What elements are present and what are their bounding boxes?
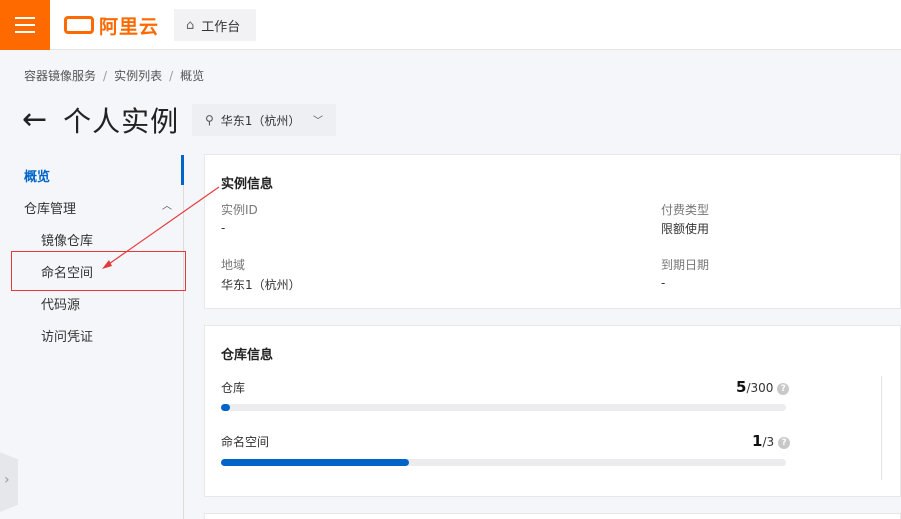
namespace-quota-label: 命名空间 bbox=[221, 435, 270, 449]
region-selector[interactable]: ⚲ 华东1（杭州） ﹀ bbox=[192, 104, 336, 136]
card-divider bbox=[881, 376, 882, 480]
namespace-limit: /3 bbox=[762, 435, 775, 449]
chevron-right-icon: › bbox=[4, 472, 10, 488]
breadcrumb: 容器镜像服务 / 实例列表 / 概览 bbox=[24, 67, 204, 84]
help-icon[interactable]: ? bbox=[778, 437, 791, 449]
chevron-up-icon[interactable]: ︿ bbox=[162, 197, 172, 212]
namespace-quota-progress-fill bbox=[221, 459, 410, 466]
repo-limit: /300 bbox=[746, 381, 774, 395]
workbench-label: 工作台 bbox=[201, 19, 241, 35]
repo-used-count: 5 bbox=[736, 378, 747, 396]
repo-quota-label: 仓库 bbox=[221, 381, 246, 395]
help-icon[interactable]: ? bbox=[777, 383, 790, 395]
breadcrumb-item-overview: 概览 bbox=[180, 69, 205, 83]
billing-type-label: 付费类型 bbox=[661, 203, 710, 217]
annotation-highlight-box bbox=[11, 251, 186, 291]
hamburger-menu-button[interactable] bbox=[0, 0, 50, 50]
expiry-date-label: 到期日期 bbox=[661, 258, 710, 272]
next-card bbox=[204, 513, 901, 519]
breadcrumb-item-instances[interactable]: 实例列表 bbox=[114, 69, 162, 83]
repo-quota-progress-fill bbox=[221, 404, 231, 411]
billing-type-value: 限额使用 bbox=[661, 222, 710, 236]
sidebar-item-overview[interactable]: 概览 bbox=[24, 166, 50, 185]
region-field-value: 华东1（杭州） bbox=[221, 278, 301, 292]
region-label: 华东1（杭州） bbox=[220, 113, 301, 128]
expiry-date-value: - bbox=[661, 276, 666, 290]
namespace-used-count: 1 bbox=[752, 432, 763, 450]
breadcrumb-item-service[interactable]: 容器镜像服务 bbox=[24, 69, 96, 83]
chevron-down-icon: ﹀ bbox=[313, 116, 323, 127]
sidebar-item-access-credentials[interactable]: 访问凭证 bbox=[41, 326, 93, 345]
aliyun-logo[interactable]: 阿里云 bbox=[64, 13, 160, 38]
instance-info-title: 实例信息 bbox=[221, 177, 274, 192]
location-pin-icon: ⚲ bbox=[205, 113, 214, 127]
repo-info-title: 仓库信息 bbox=[221, 348, 274, 363]
repo-quota-progress bbox=[221, 404, 786, 411]
namespace-quota-count: 1/3? bbox=[752, 432, 791, 450]
region-field-label: 地域 bbox=[221, 258, 246, 272]
page-header: ← 个人实例 bbox=[22, 100, 179, 140]
breadcrumb-separator: / bbox=[103, 69, 108, 83]
sidebar-group-repo-management[interactable]: 仓库管理 bbox=[24, 198, 76, 217]
namespace-quota-progress bbox=[221, 459, 786, 466]
home-icon: ⌂ bbox=[186, 17, 195, 33]
sidebar-item-code-source[interactable]: 代码源 bbox=[41, 294, 80, 313]
repo-info-card bbox=[204, 325, 901, 497]
page-title: 个人实例 bbox=[63, 105, 180, 138]
hamburger-icon bbox=[15, 17, 35, 19]
aliyun-logo-icon bbox=[64, 16, 94, 34]
instance-id-value: - bbox=[221, 221, 226, 235]
sidebar-expand-handle[interactable]: › bbox=[0, 452, 18, 512]
workbench-button[interactable]: ⌂ 工作台 bbox=[174, 9, 256, 41]
repo-quota-count: 5/300? bbox=[736, 378, 790, 396]
instance-id-label: 实例ID bbox=[221, 203, 258, 217]
hamburger-icon-line bbox=[15, 24, 35, 26]
sidebar-active-indicator bbox=[181, 155, 184, 185]
breadcrumb-separator: / bbox=[169, 69, 174, 83]
arrow-left-icon[interactable]: ← bbox=[22, 105, 47, 135]
sidebar-item-image-repos[interactable]: 镜像仓库 bbox=[41, 230, 93, 249]
logo-text: 阿里云 bbox=[99, 15, 160, 38]
instance-info-card bbox=[204, 154, 901, 309]
hamburger-icon-line bbox=[15, 31, 35, 33]
top-bar: 阿里云 ⌂ 工作台 bbox=[0, 0, 901, 50]
